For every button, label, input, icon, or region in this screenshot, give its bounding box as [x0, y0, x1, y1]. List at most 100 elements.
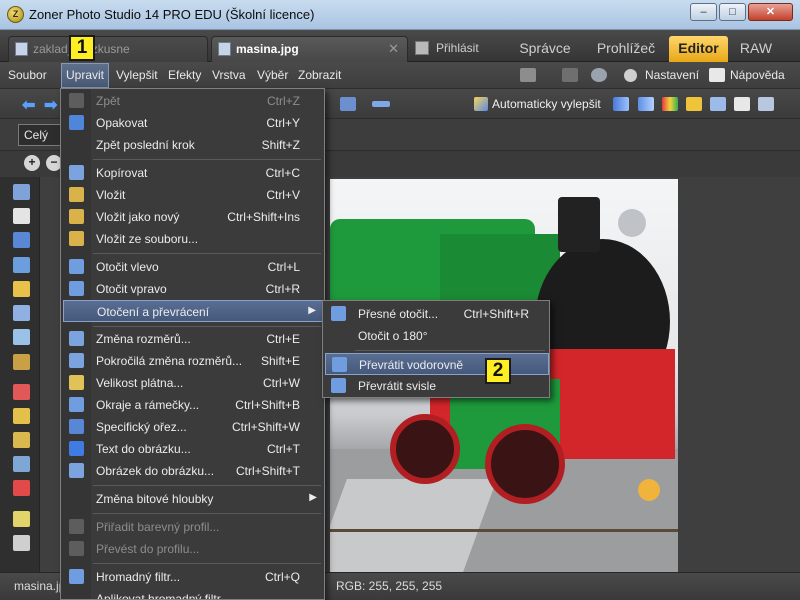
menu-soubor[interactable]: Soubor — [8, 62, 47, 89]
sharpen-icon[interactable] — [710, 97, 726, 111]
menu-item-redo[interactable]: Opakovat Ctrl+Y — [63, 112, 324, 134]
module-tab-raw[interactable]: RAW — [731, 36, 781, 62]
brush-tool-icon[interactable] — [13, 511, 30, 527]
healing-tool-icon[interactable] — [13, 432, 30, 448]
photo-rail — [330, 529, 678, 532]
selection-tool-icon[interactable] — [13, 305, 30, 321]
close-button[interactable]: ✕ — [748, 3, 793, 21]
menu-item-batch-filter[interactable]: Hromadný filtr... Ctrl+Q — [63, 566, 324, 588]
menu-item-rotate-flip[interactable]: Otočení a převrácení ▶ — [63, 300, 324, 322]
resize-icon — [69, 331, 84, 346]
display-mode-icon[interactable] — [520, 68, 536, 82]
plus-tool-icon[interactable] — [13, 480, 30, 496]
menu-item-text-to-image[interactable]: Text do obrázku... Ctrl+T — [63, 438, 324, 460]
menu-item-shortcut: Ctrl+Shift+T — [235, 464, 300, 478]
zoom-in-icon[interactable]: + — [24, 155, 40, 171]
back-arrow-icon[interactable]: ⬅ — [22, 95, 35, 115]
strip-icon[interactable] — [372, 101, 390, 107]
menu-item-advanced-resize[interactable]: Pokročilá změna rozměrů... Shift+E — [63, 350, 324, 372]
edit-image-icon[interactable] — [734, 97, 750, 111]
perspective-tool-icon[interactable] — [13, 281, 30, 297]
zoom-select[interactable]: Celý — [18, 124, 62, 146]
tab-close-icon[interactable]: ✕ — [388, 37, 399, 61]
panel-toggle-icon[interactable] — [562, 68, 578, 82]
menu-vyber[interactable]: Výběr — [257, 62, 288, 89]
module-tab-login[interactable]: Přihlásit — [412, 36, 502, 62]
light-bulb-icon[interactable] — [686, 97, 702, 111]
menu-item-convert-profile[interactable]: Převést do profilu... — [63, 538, 324, 560]
menu-item-paste-as-new[interactable]: Vložit jako nový Ctrl+Shift+Ins — [63, 206, 324, 228]
straighten-tool-icon[interactable] — [13, 257, 30, 273]
document-tab-zaklad[interactable]: zaklad_orezkusne — [8, 36, 208, 62]
menu-item-shortcut: Ctrl+Y — [266, 116, 300, 130]
menu-upravit[interactable]: Upravit — [61, 63, 110, 88]
stamp-tool-icon[interactable] — [13, 408, 30, 424]
menu-vrstva[interactable]: Vrstva — [212, 62, 246, 89]
color-balance-icon[interactable] — [662, 97, 678, 111]
menu-item-shortcut: Ctrl+R — [265, 282, 300, 296]
app-logo-icon: Z — [7, 6, 24, 23]
curves-icon[interactable] — [638, 97, 654, 111]
menu-item-label: Převrátit svisle — [358, 379, 437, 393]
menu-item-rotate-right[interactable]: Otočit vpravo Ctrl+R — [63, 278, 324, 300]
print-icon[interactable] — [758, 97, 774, 111]
menu-item-canvas-size[interactable]: Velikost plátna... Ctrl+W — [63, 372, 324, 394]
menu-item-bit-depth[interactable]: Změna bitové hloubky ▶ — [63, 488, 324, 510]
module-tab-manager[interactable]: Správce — [507, 36, 583, 62]
menu-item-paste-from-file[interactable]: Vložit ze souboru... — [63, 228, 324, 250]
retouch-tool-icon[interactable] — [13, 456, 30, 472]
status-rgb: RGB: 255, 255, 255 — [336, 579, 443, 593]
menu-item-undo-last-step[interactable]: Zpět poslední krok Shift+Z — [63, 134, 324, 156]
menu-item-assign-profile[interactable]: Přiřadit barevný profil... — [63, 516, 324, 538]
menu-item-shortcut: Ctrl+Shift+W — [231, 420, 300, 434]
lasso-tool-icon[interactable] — [13, 329, 30, 345]
menu-item-shortcut: Ctrl+Z — [267, 94, 300, 108]
layout-icon[interactable] — [340, 97, 356, 111]
submenu-item-precise-rotate[interactable]: Přesné otočit... Ctrl+Shift+R — [325, 303, 549, 325]
menu-item-borders-frames[interactable]: Okraje a rámečky... Ctrl+Shift+B — [63, 394, 324, 416]
menu-separator — [93, 563, 321, 564]
help-icon[interactable] — [709, 68, 725, 82]
menu-item-copy[interactable]: Kopírovat Ctrl+C — [63, 162, 324, 184]
menu-efekty[interactable]: Efekty — [168, 62, 201, 89]
forward-arrow-icon[interactable]: ➡ — [44, 95, 57, 115]
fill-tool-icon[interactable] — [13, 535, 30, 551]
menu-item-image-to-image[interactable]: Obrázek do obrázku... Ctrl+Shift+T — [63, 460, 324, 482]
crop-tool-icon[interactable] — [13, 232, 30, 248]
levels-icon[interactable] — [613, 97, 629, 111]
menu-item-label: Přesné otočit... — [358, 307, 439, 321]
module-tab-editor[interactable]: Editor — [669, 36, 728, 62]
user-icon[interactable] — [591, 68, 607, 82]
edit-pen-icon — [415, 41, 429, 55]
maximize-button[interactable]: □ — [719, 3, 746, 21]
red-eye-tool-icon[interactable] — [13, 384, 30, 400]
gradient-tool-icon[interactable] — [13, 354, 30, 370]
document-tab-masina[interactable]: masina.jpg ✕ — [211, 36, 408, 62]
menu-item-shortcut: Ctrl+Shift+R — [463, 307, 529, 321]
menu-separator — [93, 159, 321, 160]
menu-item-shortcut: Ctrl+T — [267, 442, 300, 456]
auto-enhance-button[interactable]: Automaticky vylepšit — [474, 89, 601, 119]
menu-item-specific-crop[interactable]: Specifický ořez... Ctrl+Shift+W — [63, 416, 324, 438]
menu-item-rotate-left[interactable]: Otočit vlevo Ctrl+L — [63, 256, 324, 278]
settings-link[interactable]: Nastavení — [645, 62, 699, 89]
menu-item-undo[interactable]: Zpět Ctrl+Z — [63, 90, 324, 112]
menu-item-paste[interactable]: Vložit Ctrl+V — [63, 184, 324, 206]
menu-vylepsit[interactable]: Vylepšit — [116, 62, 158, 89]
menu-zobrazit[interactable]: Zobrazit — [298, 62, 341, 89]
zoom-tool-icon[interactable] — [13, 184, 30, 200]
hand-tool-icon[interactable] — [13, 208, 30, 224]
minimize-button[interactable]: – — [690, 3, 717, 21]
submenu-item-flip-vertical[interactable]: Převrátit svisle — [325, 375, 549, 397]
submenu-item-flip-horizontal[interactable]: Převrátit vodorovně — [325, 353, 549, 375]
menu-item-shortcut: Ctrl+Q — [264, 570, 300, 584]
menu-item-resize[interactable]: Změna rozměrů... Ctrl+E — [63, 328, 324, 350]
menu-item-shortcut: Ctrl+Shift+B — [235, 398, 300, 412]
module-tab-viewer[interactable]: Prohlížeč — [586, 36, 666, 62]
tool-strip — [0, 177, 40, 572]
gear-icon[interactable] — [624, 69, 637, 82]
submenu-item-rotate-180[interactable]: Otočit o 180° — [325, 325, 549, 347]
help-link[interactable]: Nápověda — [730, 62, 785, 89]
advanced-resize-icon — [69, 353, 84, 368]
menu-item-apply-batch-filter[interactable]: Aplikovat hromadný filtr — [63, 588, 324, 599]
